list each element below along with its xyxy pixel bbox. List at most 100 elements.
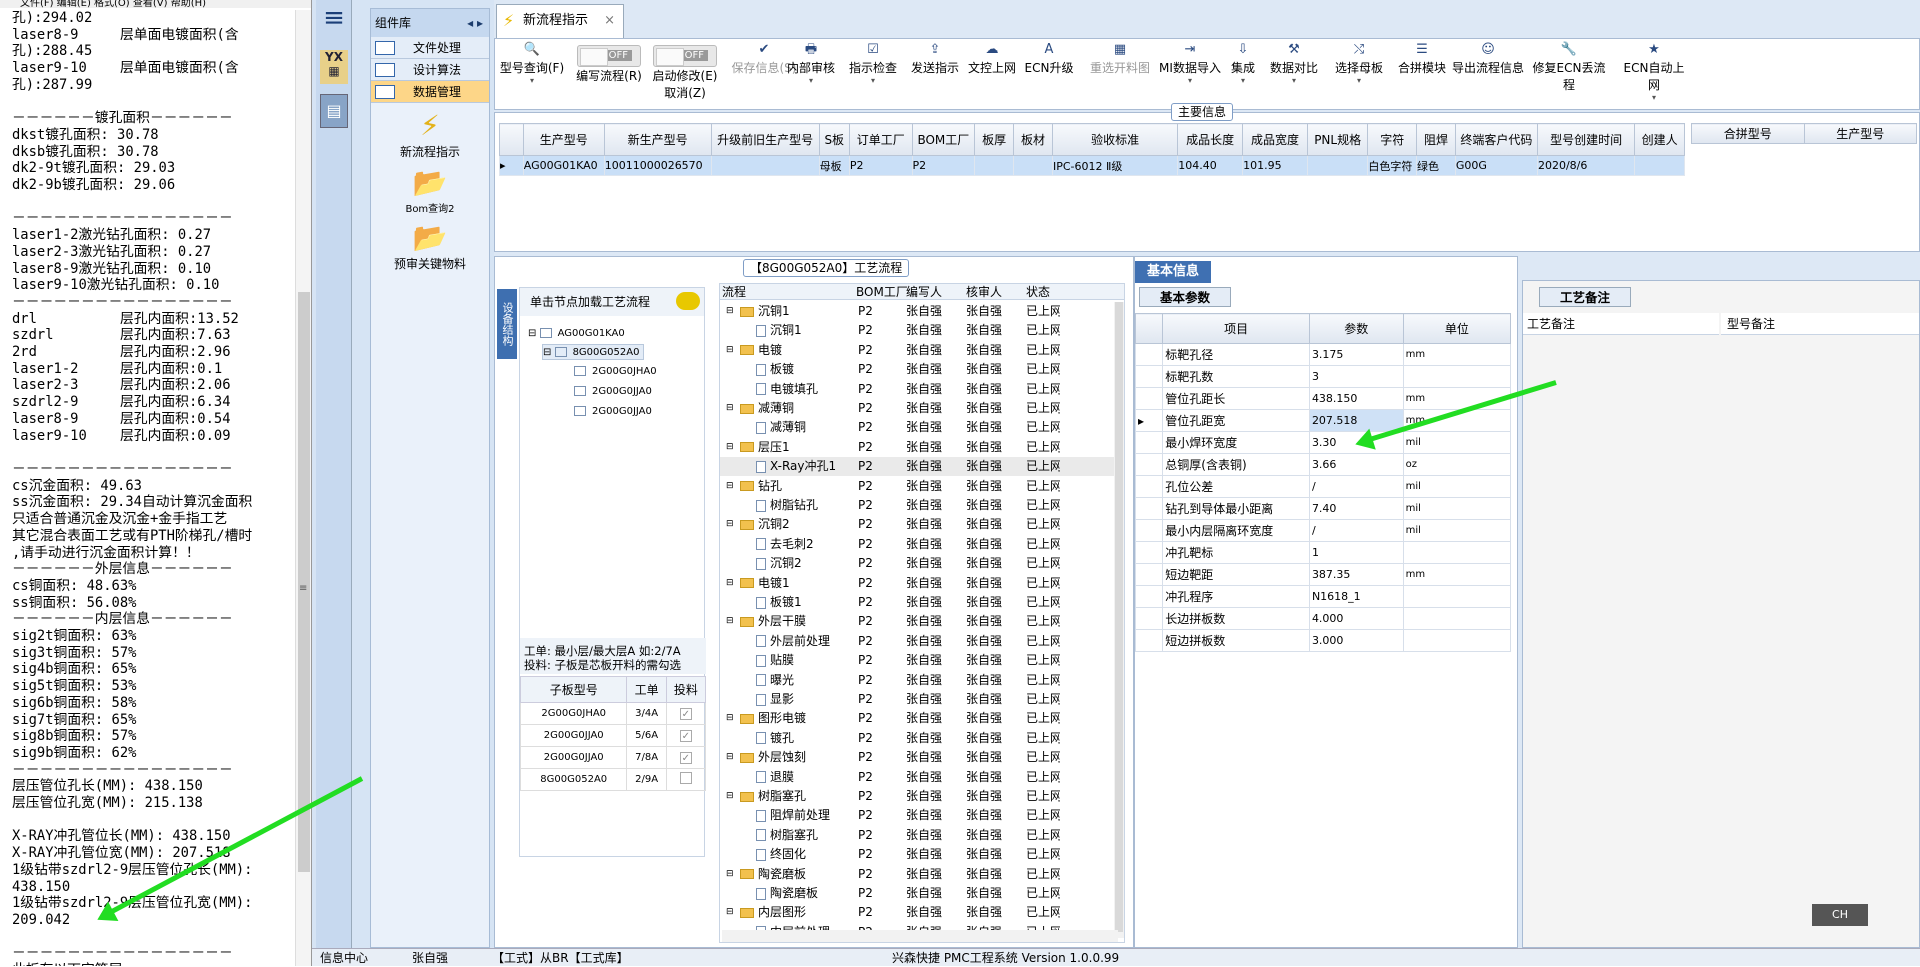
table-row[interactable]: 长边拼板数 4.000 [1134,607,1512,630]
flow-row[interactable]: 贴膜P2张自强张自强已上网 [720,942,1120,943]
flow-row[interactable]: ⊟ 图形电镀 P2 张自强 张自强 已上网 [720,709,1120,728]
main-info-cell[interactable]: AG00G01KA0 [522,155,605,176]
flow-row[interactable]: ⊟ 钻孔 P2 张自强 张自强 已上网 [720,477,1120,496]
notepad-menu[interactable]: 文件(F) 编辑(E) 格式(O) 查看(V) 帮助(H) [0,0,311,8]
column-header[interactable]: 阻焊 [1416,123,1456,156]
table-row[interactable]: 总铜厚(含表铜) 3.66 oz [1134,453,1512,476]
info-center[interactable]: 信息中心 [320,949,368,967]
component-item-file[interactable]: 文件处理 [371,37,489,59]
column-header[interactable]: 板厚 [974,123,1015,156]
checkbox[interactable] [679,772,692,784]
main-info-cell[interactable] [1013,155,1053,176]
flow-row[interactable]: 陶瓷磨板 P2 张自强 张自强 已上网 [720,884,1120,903]
flow-row[interactable]: ⊟ 层压1 P2 张自强 张自强 已上网 [720,438,1120,457]
column-header[interactable]: 生产型号 [1803,123,1917,144]
bom-query-button[interactable]: 📂 Bom查询2 [371,166,489,215]
main-info-cell[interactable]: 母板 [818,155,850,176]
flow-row[interactable]: 电镀填孔 P2 张自强 张自强 已上网 [720,380,1120,399]
table-row[interactable]: 最小内层隔离环宽度 / mil [1134,519,1512,542]
main-info-cell[interactable]: 104.40 [1177,155,1244,176]
toolbar-button-1[interactable]: 🖶 内部审核 ▾ [783,39,839,109]
param-value[interactable]: / [1308,519,1404,542]
column-header[interactable]: 型号创建时间 [1536,123,1636,156]
param-value[interactable]: 438.150 [1308,387,1404,410]
main-info-cell[interactable]: 绿色 [1416,155,1456,176]
table-row[interactable]: 标靶孔径 3.175 mm [1134,343,1512,366]
param-value[interactable]: 3.66 [1308,453,1404,476]
param-value[interactable]: 207.518 [1308,409,1404,432]
close-icon[interactable]: × [604,5,615,37]
column-header[interactable]: 升级前旧生产型号 [710,123,820,156]
column-header[interactable]: 单位 [1402,313,1512,344]
toolbar-button-13[interactable]: 🔧 修复ECN丢流程 [1529,39,1609,109]
main-info-cell[interactable]: 2020/8/6 [1536,155,1636,176]
column-header[interactable]: 订单工厂 [848,123,913,156]
table-row[interactable]: 2G00G0JHA0 3/4A ✓ [519,702,707,725]
toolbar-button-10[interactable]: ⤭ 选择母板 ▾ [1329,39,1389,109]
table-row[interactable]: 冲孔靶标 1 [1134,541,1512,564]
flow-row[interactable]: ⊟ 电镀 P2 张自强 张自强 已上网 [720,341,1120,360]
tree-node[interactable]: 2G00G0JJA0 [574,404,652,420]
checkbox[interactable]: ✓ [679,707,692,720]
flow-row[interactable]: ⊟ 沉铜2 P2 张自强 张自强 已上网 [720,515,1120,534]
flow-row[interactable]: 终固化 P2 张自强 张自强 已上网 [720,845,1120,864]
param-value[interactable]: N1618_1 [1308,585,1404,608]
param-value[interactable]: 7.40 [1308,497,1404,520]
toggle-switch[interactable]: OFF [653,45,717,67]
table-row[interactable]: 8G00G052A0 2/9A [519,768,707,791]
component-item-data[interactable]: 数据管理 [371,81,489,103]
column-header[interactable]: 参数 [1308,313,1404,344]
toolbar-button-2[interactable]: ☑ 指示检查 ▾ [845,39,901,109]
main-info-cell[interactable]: 101.95 [1242,155,1308,176]
main-info-cell[interactable]: 10011000026570 [603,155,712,176]
table-row[interactable]: 管位孔距长 438.150 mm [1134,387,1512,410]
param-value[interactable]: 3 [1308,365,1404,388]
column-header[interactable]: 投料 [665,676,707,703]
main-info-cell[interactable] [710,155,820,176]
toolbar-button-5[interactable]: A ECN升级 [1023,39,1075,109]
device-structure-tab[interactable]: 设备结构 [497,289,517,359]
flow-row[interactable]: ⊟ 树脂塞孔 P2 张自强 张自强 已上网 [720,787,1120,806]
table-row[interactable]: 孔位公差 / mil [1134,475,1512,498]
flow-row[interactable]: ⊟ 电镀1 P2 张自强 张自强 已上网 [720,574,1120,593]
flow-row[interactable]: 退膜 P2 张自强 张自强 已上网 [720,768,1120,787]
notepad-scrollbar[interactable]: ≡ [295,10,311,966]
model-query-button[interactable]: 🔍 型号查询(F) ▾ [497,39,567,109]
checkbox[interactable]: ✓ [679,729,692,742]
flow-row[interactable]: 外层前处理 P2 张自强 张自强 已上网 [720,632,1120,651]
table-row[interactable]: 2G00G0JJA0 5/6A ✓ [519,724,707,747]
flow-row[interactable]: 树脂钻孔 P2 张自强 张自强 已上网 [720,496,1120,515]
table-row[interactable]: 最小焊环宽度 3.30 mil [1134,431,1512,454]
toolbar-button-14[interactable]: ★ ECN自动上网 ▾ [1619,39,1689,109]
flow-row[interactable]: 阻焊前处理 P2 张自强 张自强 已上网 [720,806,1120,825]
notepad-text[interactable]: 孔):294.02 laser8-9 层单面电镀面积(含 孔):288.45 l… [12,10,294,966]
main-info-cell[interactable]: P2 [911,155,976,176]
flow-row[interactable]: 镀孔 P2 张自强 张自强 已上网 [720,729,1120,748]
column-header[interactable]: 子板型号 [519,676,628,703]
flow-row[interactable]: 树脂塞孔 P2 张自强 张自强 已上网 [720,826,1120,845]
param-value[interactable]: / [1308,475,1404,498]
flow-row[interactable]: 沉铜1 P2 张自强 张自强 已上网 [720,321,1120,340]
param-value[interactable]: 1 [1308,541,1404,564]
table-row[interactable]: 短边拼板数 3.000 [1134,629,1512,652]
menu-icon[interactable]: ≡ [320,5,348,32]
param-value[interactable]: 3.175 [1308,343,1404,366]
tree-node[interactable]: 2G00G0JHA0 [574,364,657,380]
new-flow-button[interactable]: ⚡ 新流程指示 [371,109,489,160]
column-header[interactable]: 生产型号 [522,123,605,156]
start-modify-toggle[interactable]: OFF 启动修改(E) 取消(Z) [649,39,721,109]
flow-row[interactable]: 显影 P2 张自强 张自强 已上网 [720,690,1120,709]
tab-process-remark[interactable]: 工艺备注 [1539,287,1632,307]
table-row[interactable]: 冲孔程序 N1618_1 [1134,585,1512,608]
flow-row[interactable]: 贴膜P2张自强张自强已上网 [720,651,1120,670]
column-header[interactable]: S板 [818,123,850,156]
tree-node[interactable]: ⊟ AG00G01KA0 [528,326,625,342]
tab-basic-info[interactable]: 基本信息 [1135,261,1212,283]
tree-node[interactable]: ⊟ 8G00G052A0 [542,344,645,360]
flow-scrollbar[interactable] [1114,302,1124,938]
main-info-cell[interactable]: G00G [1454,155,1538,176]
column-header[interactable]: BOM工厂 [911,123,976,156]
flow-row[interactable]: ⊟ 外层蚀刻 P2 张自强 张自强 已上网 [720,748,1120,767]
toolbar-button-4[interactable]: ☁ 文控上网 [965,39,1019,109]
calculator-icon[interactable]: ▤ [320,94,348,128]
